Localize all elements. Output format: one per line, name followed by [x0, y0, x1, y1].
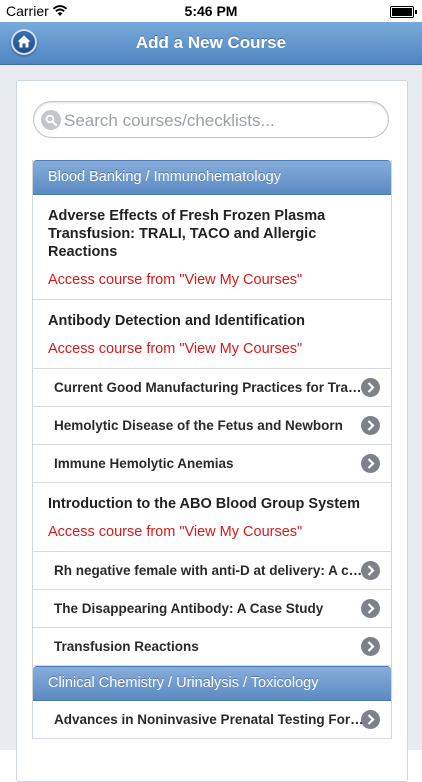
course-title: Antibody Detection and Identification [48, 313, 305, 329]
course-row[interactable]: Transfusion Reactions [33, 628, 391, 666]
course-title: Advances in Noninvasive Prenatal Testing… [54, 712, 364, 727]
search-field[interactable]: Search courses/checklists... [33, 101, 389, 138]
search-icon [41, 110, 61, 130]
course-title: Introduction to the ABO Blood Group Syst… [48, 496, 361, 512]
course-row[interactable]: Advances in Noninvasive Prenatal Testing… [33, 701, 391, 739]
navigation-bar: Add a New Course [0, 22, 422, 65]
page-title: Add a New Course [135, 33, 287, 52]
course-row-owned: Antibody Detection and Identification Acc… [33, 300, 391, 369]
course-title: Rh negative female with anti-D at delive… [54, 563, 364, 578]
course-title: Transfusion Reactions [54, 639, 199, 654]
access-note: Access course from "View My Courses" [48, 524, 303, 540]
course-row[interactable]: Immune Hemolytic Anemias [33, 445, 391, 483]
clock: 5:46 PM [184, 3, 238, 19]
course-row[interactable]: Hemolytic Disease of the Fetus and Newbo… [33, 407, 391, 445]
course-list: Blood Banking / Immunohematology Adverse … [32, 160, 392, 739]
course-title: Adverse Effects of Fresh Frozen Plasma T… [48, 208, 326, 260]
course-row[interactable]: Rh negative female with anti-D at delive… [33, 552, 391, 590]
category-header: Clinical Chemistry / Urinalysis / Toxico… [33, 666, 391, 701]
course-row[interactable]: The Disappearing Antibody: A Case Study [33, 590, 391, 628]
battery-icon [390, 6, 417, 18]
chevron-right-icon[interactable] [361, 710, 380, 729]
course-title: Current Good Manufacturing Practices for… [54, 380, 364, 395]
access-note: Access course from "View My Courses" [48, 341, 303, 357]
course-row-owned: Adverse Effects of Fresh Frozen Plasma T… [33, 195, 391, 300]
category-header: Blood Banking / Immunohematology [33, 160, 391, 195]
course-title: Hemolytic Disease of the Fetus and Newbo… [54, 418, 343, 433]
chevron-right-icon[interactable] [361, 416, 380, 435]
chevron-right-icon[interactable] [361, 454, 380, 473]
course-row-owned: Introduction to the ABO Blood Group Syst… [33, 483, 391, 552]
chevron-right-icon[interactable] [361, 561, 380, 580]
chevron-right-icon[interactable] [361, 637, 380, 656]
search-placeholder: Search courses/checklists... [64, 111, 275, 130]
chevron-right-icon[interactable] [361, 599, 380, 618]
status-bar: Carrier 5:46 PM [0, 0, 422, 22]
chevron-right-icon[interactable] [361, 378, 380, 397]
course-title: Immune Hemolytic Anemias [54, 456, 234, 471]
course-title: The Disappearing Antibody: A Case Study [54, 601, 324, 616]
access-note: Access course from "View My Courses" [48, 272, 303, 288]
course-row[interactable]: Current Good Manufacturing Practices for… [33, 369, 391, 407]
